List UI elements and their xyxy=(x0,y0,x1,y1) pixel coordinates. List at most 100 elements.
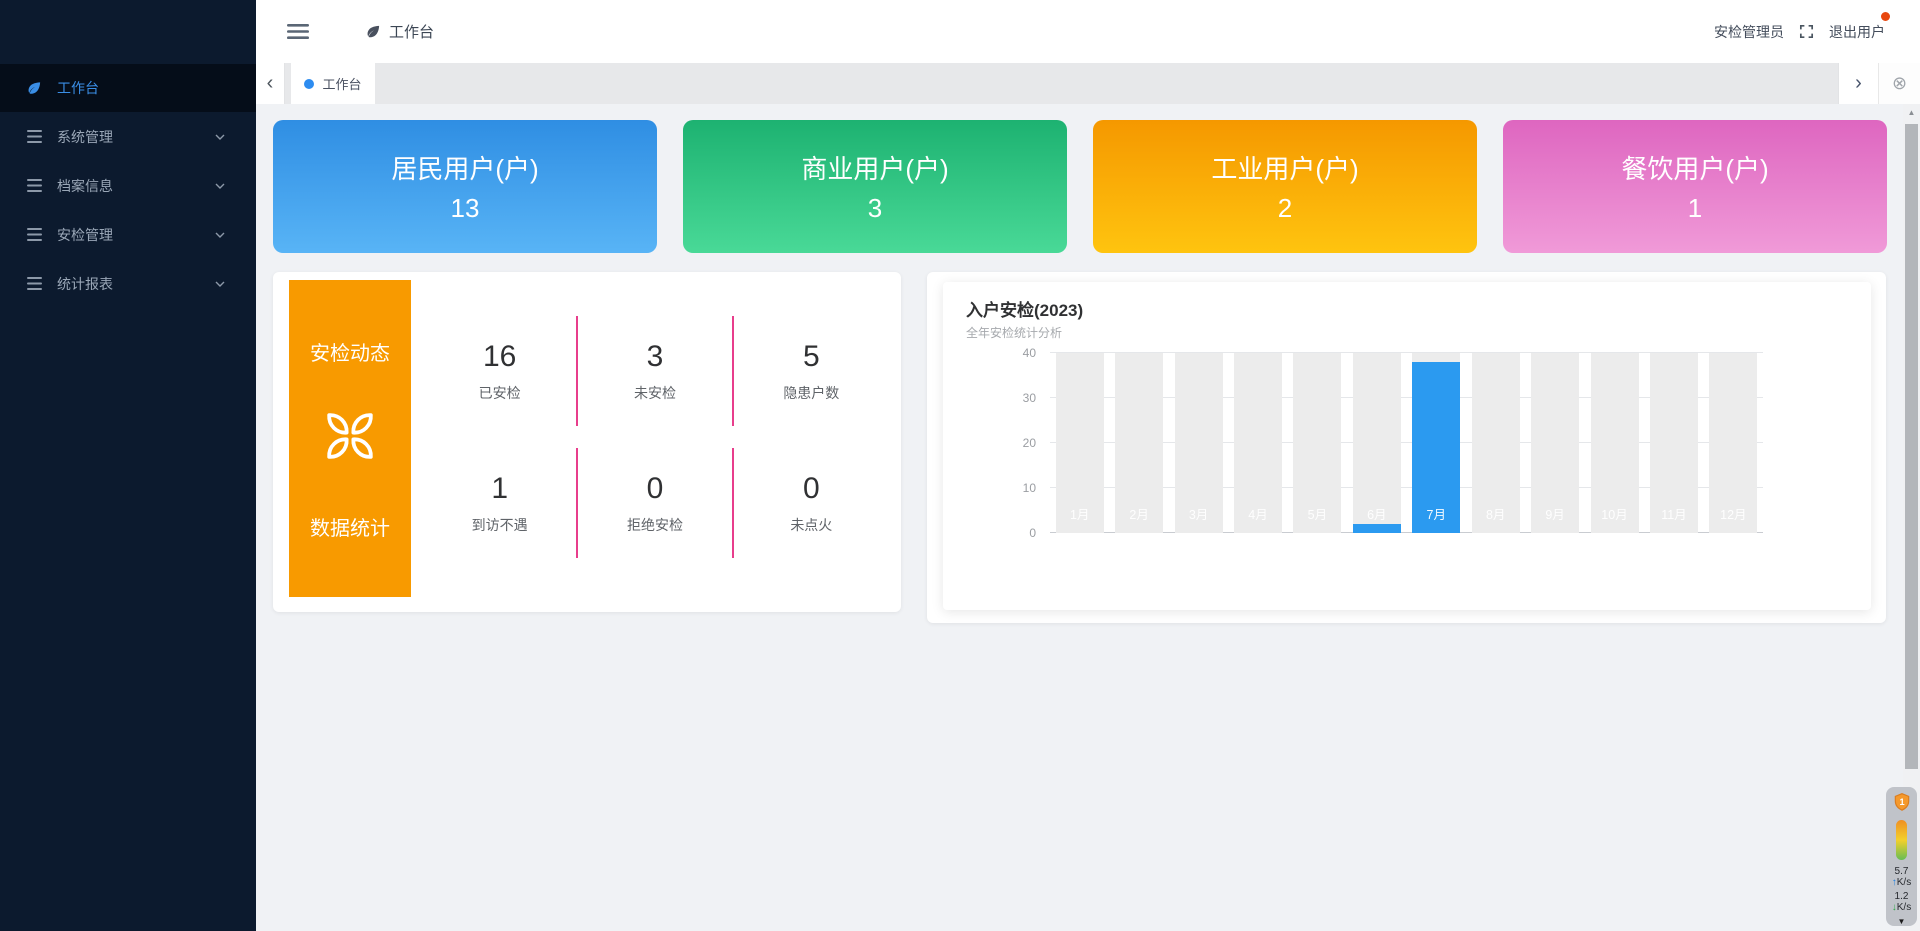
leaf-icon xyxy=(366,24,381,39)
x-axis-month-label: 3月 xyxy=(1169,504,1228,523)
stat-refused: 0 拒绝安检 xyxy=(578,448,733,558)
pinwheel-icon xyxy=(312,398,388,480)
chart-bar-slot: 8月 xyxy=(1466,353,1525,533)
sidebar-item-reports[interactable]: 统计报表 xyxy=(0,259,256,308)
x-axis-month-label: 12月 xyxy=(1704,504,1763,523)
chart-bar-slot: 9月 xyxy=(1525,353,1584,533)
close-tabs-icon[interactable]: ⊗ xyxy=(1878,63,1920,104)
stats-grid: 16 已安检 3 未安检 5 隐患户数 1 到访不遇 0 拒绝安检 0 未点火 xyxy=(423,316,889,558)
x-axis-month-label: 8月 xyxy=(1466,504,1525,523)
stat-value: 5 xyxy=(803,340,820,374)
stat-hazard-households: 5 隐患户数 xyxy=(734,316,889,426)
y-axis-tick-label: 10 xyxy=(1023,481,1036,495)
y-axis-tick-label: 30 xyxy=(1023,391,1036,405)
traffic-gauge-icon xyxy=(1896,820,1907,860)
x-axis-month-label: 6月 xyxy=(1347,504,1406,523)
tab-scroll-left-button[interactable]: ‹ xyxy=(256,63,285,104)
menu-lines-icon xyxy=(27,179,42,192)
chart-bar-slot: 6月 xyxy=(1347,353,1406,533)
card-resident-users[interactable]: 居民用户(户) 13 xyxy=(273,120,657,253)
tab-workbench[interactable]: 工作台 xyxy=(291,63,375,104)
shield-badge-count: 1 xyxy=(1899,797,1904,807)
tab-scroll-right-button[interactable]: › xyxy=(1838,63,1878,104)
chart-bars: 1月2月3月4月5月6月7月8月9月10月11月12月 xyxy=(1050,353,1763,533)
top-header: 工作台 安检管理员 退出用户 xyxy=(256,0,1920,63)
dashboard-page: 工作台 系统管理 档案信息 xyxy=(0,0,1920,931)
stat-label: 未点火 xyxy=(790,515,832,535)
x-axis-month-label: 2月 xyxy=(1109,504,1168,523)
inspection-stats-panel: 安检动态 数据统计 16 已安检 3 未安检 5 xyxy=(273,272,901,612)
fullscreen-icon[interactable] xyxy=(1798,23,1815,40)
card-label: 居民用户(户) xyxy=(391,149,538,186)
tab-bar: ‹ 工作台 › ⊗ xyxy=(256,63,1920,104)
card-value: 2 xyxy=(1278,193,1292,224)
chart-bar-slot: 10月 xyxy=(1585,353,1644,533)
sidebar-item-workbench[interactable]: 工作台 xyxy=(0,64,256,112)
sidebar-item-inspection[interactable]: 安检管理 xyxy=(0,210,256,259)
chart-bar-slot: 1月 xyxy=(1050,353,1109,533)
notification-dot xyxy=(1881,12,1890,21)
card-catering-users[interactable]: 餐饮用户(户) 1 xyxy=(1503,120,1887,253)
shield-badge-icon: 1 xyxy=(1892,792,1912,815)
stat-value: 16 xyxy=(483,340,516,374)
leaf-icon xyxy=(27,80,42,96)
menu-lines-icon xyxy=(27,228,42,241)
sidebar-item-label: 系统管理 xyxy=(57,127,113,147)
sidebar-item-label: 统计报表 xyxy=(57,274,113,294)
stat-not-ignited: 0 未点火 xyxy=(734,448,889,558)
chart-card: 入户安检(2023) 全年安检统计分析 0102030401月2月3月4月5月6… xyxy=(943,282,1871,610)
stat-cards-row: 居民用户(户) 13 商业用户(户) 3 工业用户(户) 2 餐饮用户(户) 1 xyxy=(273,120,1887,253)
sidebar-menu: 工作台 系统管理 档案信息 xyxy=(0,0,256,308)
breadcrumb: 工作台 xyxy=(366,21,434,42)
net-speed-widget[interactable]: 1 5.7 ↑K/s 1.2 ↓K/s ▼ xyxy=(1886,787,1917,926)
upload-speed-unit: ↑K/s xyxy=(1892,877,1911,888)
chart-title: 入户安检(2023) xyxy=(966,296,1083,321)
username-label[interactable]: 安检管理员 xyxy=(1714,22,1784,42)
card-industrial-users[interactable]: 工业用户(户) 2 xyxy=(1093,120,1477,253)
upload-speed-value: 5.7 xyxy=(1895,866,1909,877)
tab-bar-spacer xyxy=(375,63,1838,104)
stat-visit-missed: 1 到访不遇 xyxy=(423,448,578,558)
stats-side-block: 安检动态 数据统计 xyxy=(289,280,411,597)
x-axis-month-label: 5月 xyxy=(1288,504,1347,523)
stat-value: 0 xyxy=(803,472,820,506)
logout-button[interactable]: 退出用户 xyxy=(1829,22,1887,42)
stat-label: 已安检 xyxy=(479,383,521,403)
card-label: 餐饮用户(户) xyxy=(1621,149,1768,186)
stats-side-subtitle: 数据统计 xyxy=(310,512,390,541)
menu-lines-icon xyxy=(27,130,42,143)
scrollbar-thumb[interactable] xyxy=(1905,124,1918,769)
menu-lines-icon xyxy=(27,277,42,290)
stat-value: 3 xyxy=(647,340,664,374)
chart-panel: 入户安检(2023) 全年安检统计分析 0102030401月2月3月4月5月6… xyxy=(927,272,1886,623)
card-commercial-users[interactable]: 商业用户(户) 3 xyxy=(683,120,1067,253)
stat-value: 0 xyxy=(647,472,664,506)
sidebar-item-system[interactable]: 系统管理 xyxy=(0,112,256,161)
x-axis-month-label: 9月 xyxy=(1525,504,1584,523)
stat-label: 未安检 xyxy=(634,383,676,403)
download-speed-value: 1.2 xyxy=(1895,891,1909,902)
sidebar: 工作台 系统管理 档案信息 xyxy=(0,0,256,931)
chevron-down-icon xyxy=(214,229,226,241)
chevron-down-icon xyxy=(214,180,226,192)
scrollbar-up-arrow[interactable]: ▲ xyxy=(1903,104,1920,121)
x-axis-month-label: 1月 xyxy=(1050,504,1109,523)
x-axis-month-label: 10月 xyxy=(1585,504,1644,523)
sidebar-item-archives[interactable]: 档案信息 xyxy=(0,161,256,210)
chart-bar-slot: 3月 xyxy=(1169,353,1228,533)
stat-label: 拒绝安检 xyxy=(627,515,683,535)
card-value: 3 xyxy=(868,193,882,224)
page-title: 工作台 xyxy=(389,21,434,42)
download-speed-unit: ↓K/s xyxy=(1892,902,1911,913)
widget-collapse-icon[interactable]: ▼ xyxy=(1898,917,1906,926)
stat-inspected: 16 已安检 xyxy=(423,316,578,426)
chart-bar-slot: 11月 xyxy=(1644,353,1703,533)
chart-bar-slot: 12月 xyxy=(1704,353,1763,533)
tab-label: 工作台 xyxy=(322,74,361,93)
hamburger-icon[interactable] xyxy=(287,24,309,39)
sidebar-item-label: 工作台 xyxy=(57,78,99,98)
sidebar-item-label: 安检管理 xyxy=(57,225,113,245)
x-axis-month-label: 4月 xyxy=(1228,504,1287,523)
logout-label: 退出用户 xyxy=(1829,24,1885,40)
chart-bar-slot: 7月 xyxy=(1407,353,1466,533)
